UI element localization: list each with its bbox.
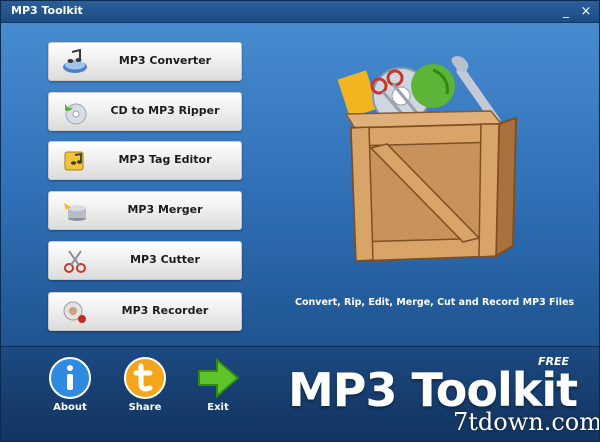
arrow-right-icon (198, 357, 240, 399)
mp3-cutter-button[interactable]: MP3 Cutter (48, 241, 242, 280)
minimize-button[interactable]: _ (558, 4, 574, 19)
merge-icon (64, 203, 86, 221)
mp3-recorder-button[interactable]: MP3 Recorder (48, 292, 242, 331)
mp3-converter-button[interactable]: MP3 Converter (48, 42, 242, 81)
mp3-converter-label: MP3 Converter (118, 54, 212, 67)
app-window: MP3 Toolkit _ × MP3 Converter CD to MP3 … (0, 0, 600, 442)
share-t-icon (124, 357, 166, 399)
watermark-text: 7tdown.com (453, 408, 600, 436)
tag-edit-icon (64, 151, 84, 171)
tagline-text: Convert, Rip, Edit, Merge, Cut and Recor… (295, 297, 575, 308)
window-title: MP3 Toolkit (11, 4, 83, 17)
mp3-recorder-label: MP3 Recorder (121, 304, 209, 317)
cd-to-mp3-ripper-label: CD to MP3 Ripper (110, 104, 220, 117)
cd-to-mp3-ripper-button[interactable]: CD to MP3 Ripper (48, 92, 242, 131)
mp3-merger-label: MP3 Merger (127, 203, 203, 216)
mp3-merger-button[interactable]: MP3 Merger (48, 191, 242, 230)
mp3-tag-editor-button[interactable]: MP3 Tag Editor (48, 141, 242, 180)
exit-button[interactable]: Exit (193, 356, 243, 420)
cd-rip-icon (65, 103, 87, 125)
mp3-cutter-label: MP3 Cutter (130, 253, 200, 266)
title-bar[interactable]: MP3 Toolkit _ × (1, 1, 599, 23)
toolbox-crate-illustration (337, 56, 518, 263)
about-button[interactable]: About (45, 356, 95, 420)
about-label: About (53, 402, 87, 413)
mp3-tag-editor-label: MP3 Tag Editor (118, 153, 212, 166)
info-icon (49, 357, 91, 399)
record-icon (63, 301, 86, 323)
share-button[interactable]: Share (120, 356, 170, 420)
close-button[interactable]: × (578, 4, 594, 19)
music-note-icon (63, 49, 87, 73)
share-label: Share (128, 402, 162, 413)
exit-label: Exit (207, 402, 229, 413)
scissors-icon (64, 250, 86, 273)
